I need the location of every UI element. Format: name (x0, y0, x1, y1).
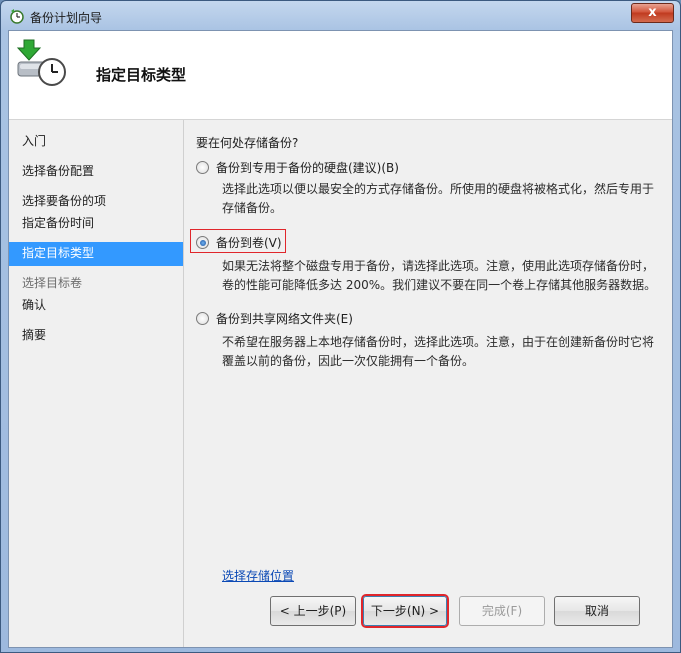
radio-dedicated-disk[interactable] (196, 161, 209, 174)
main-content: 要在何处存储备份? 备份到专用于备份的硬盘(建议)(B) 选择此选项以便以最安全… (184, 120, 672, 583)
wizard-step-list: 入门 选择备份配置 选择要备份的项 指定备份时间 指定目标类型 选择目标卷 确认… (9, 120, 184, 647)
sidebar-item-confirmation[interactable]: 确认 (9, 294, 183, 318)
choose-storage-location-link[interactable]: 选择存储位置 (222, 567, 294, 584)
option-backup-volume-label: 备份到卷(V) (216, 236, 282, 250)
option-backup-volume[interactable]: 备份到卷(V) (196, 234, 282, 251)
wizard-window: 备份计划向导 x 指定目标类型 入门 选择备份配置 选择要备份的项 指定备份时间… (0, 0, 681, 653)
option-backup-volume-description: 如果无法将整个磁盘专用于备份，请选择此选项。注意，使用此选项存储备份时，卷的性能… (222, 259, 657, 292)
option-network-folder[interactable]: 备份到共享网络文件夹(E) (196, 310, 353, 327)
backup-drive-icon (16, 39, 66, 86)
previous-button[interactable]: < 上一步(P) (270, 596, 356, 626)
backup-clock-icon (10, 9, 24, 24)
title-bar[interactable]: 备份计划向导 x (1, 1, 680, 31)
option-dedicated-disk[interactable]: 备份到专用于备份的硬盘(建议)(B) (196, 159, 399, 176)
sidebar-item-backup-config[interactable]: 选择备份配置 (9, 160, 183, 184)
page-title: 指定目标类型 (96, 66, 187, 84)
destination-question: 要在何处存储备份? (196, 136, 299, 150)
button-bar: < 上一步(P) 下一步(N) > 完成(F) 取消 (184, 591, 672, 647)
sidebar-item-getting-started[interactable]: 入门 (9, 130, 183, 154)
finish-button: 完成(F) (459, 596, 545, 626)
sidebar-item-destination-volume: 选择目标卷 (22, 276, 83, 290)
radio-network-folder[interactable] (196, 312, 209, 325)
close-button[interactable]: x (631, 3, 674, 23)
option-dedicated-disk-description: 选择此选项以便以最安全的方式存储备份。所使用的硬盘将被格式化，然后专用于存储备份… (222, 182, 655, 215)
wizard-header: 指定目标类型 (9, 31, 672, 120)
sidebar-item-summary[interactable]: 摘要 (9, 324, 183, 348)
close-icon: x (648, 5, 657, 20)
sidebar-item-backup-time[interactable]: 指定备份时间 (9, 212, 183, 236)
window-title: 备份计划向导 (30, 11, 103, 25)
client-area: 指定目标类型 入门 选择备份配置 选择要备份的项 指定备份时间 指定目标类型 选… (8, 30, 673, 648)
option-network-folder-label: 备份到共享网络文件夹(E) (216, 312, 353, 326)
radio-backup-volume[interactable] (196, 236, 209, 249)
cancel-button[interactable]: 取消 (554, 596, 640, 626)
sidebar-item-destination-type[interactable]: 指定目标类型 (9, 242, 183, 266)
sidebar-item-select-items[interactable]: 选择要备份的项 (9, 190, 183, 214)
option-network-folder-description: 不希望在服务器上本地存储备份时，选择此选项。注意，由于在创建新备份时它将覆盖以前… (222, 335, 655, 368)
option-dedicated-disk-label: 备份到专用于备份的硬盘(建议)(B) (216, 161, 399, 175)
next-button[interactable]: 下一步(N) > (363, 596, 447, 626)
